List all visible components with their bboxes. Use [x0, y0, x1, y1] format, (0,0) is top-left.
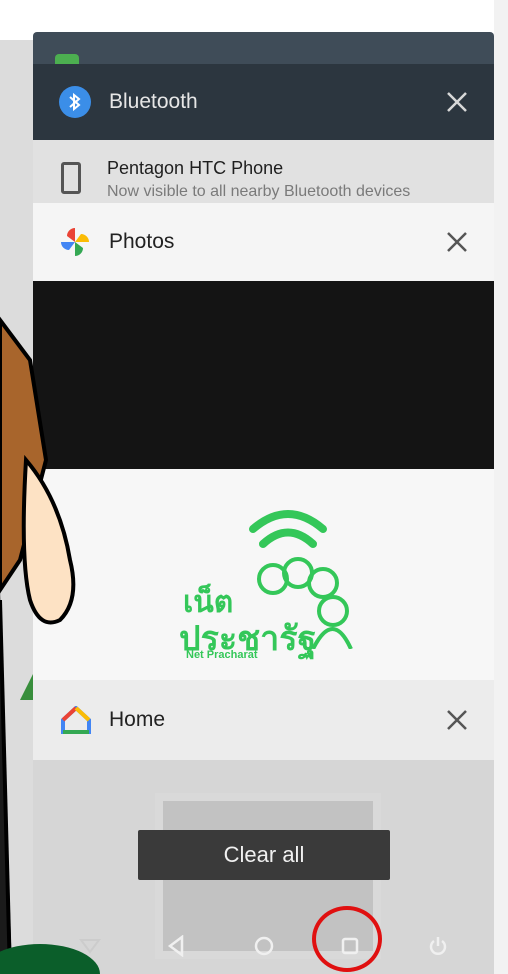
clear-all-button[interactable]: Clear all	[138, 830, 390, 880]
bluetooth-preview: Pentagon HTC Phone Now visible to all ne…	[33, 140, 494, 204]
device-name: Pentagon HTC Phone	[107, 158, 284, 178]
card-title-home: Home	[109, 708, 166, 731]
phone-icon	[61, 162, 81, 194]
close-icon[interactable]	[446, 231, 468, 253]
photos-pinwheel-icon	[59, 226, 91, 258]
recents-highlight-circle	[312, 906, 382, 972]
recent-app-card-bluetooth[interactable]: Bluetooth Pentagon HTC Phone Now visible…	[33, 64, 494, 204]
power-icon[interactable]	[420, 928, 456, 964]
device-status: Now visible to all nearby Bluetooth devi…	[107, 183, 411, 200]
close-icon[interactable]	[446, 709, 468, 731]
card-header-home[interactable]: Home	[33, 680, 494, 760]
card-title-photos: Photos	[109, 230, 175, 253]
cartoon-character-overlay	[0, 316, 100, 974]
photo-preview-logo: เน็ต ประชารัฐ Net Pracharat	[33, 469, 494, 683]
close-icon[interactable]	[446, 91, 468, 113]
card-title-bluetooth: Bluetooth	[109, 90, 198, 113]
card-header-bluetooth[interactable]: Bluetooth	[33, 64, 494, 140]
recent-app-card-photos[interactable]: Photos เน็ต ประชารัฐ Net Pracharat	[33, 203, 494, 683]
back-icon[interactable]	[158, 928, 194, 964]
home-circle-icon[interactable]	[246, 928, 282, 964]
logo-english-text: Net Pracharat	[186, 649, 258, 661]
photo-preview-dark	[33, 281, 494, 469]
card-header-photos[interactable]: Photos	[33, 203, 494, 281]
right-margin	[494, 0, 508, 974]
bluetooth-icon	[59, 86, 91, 118]
